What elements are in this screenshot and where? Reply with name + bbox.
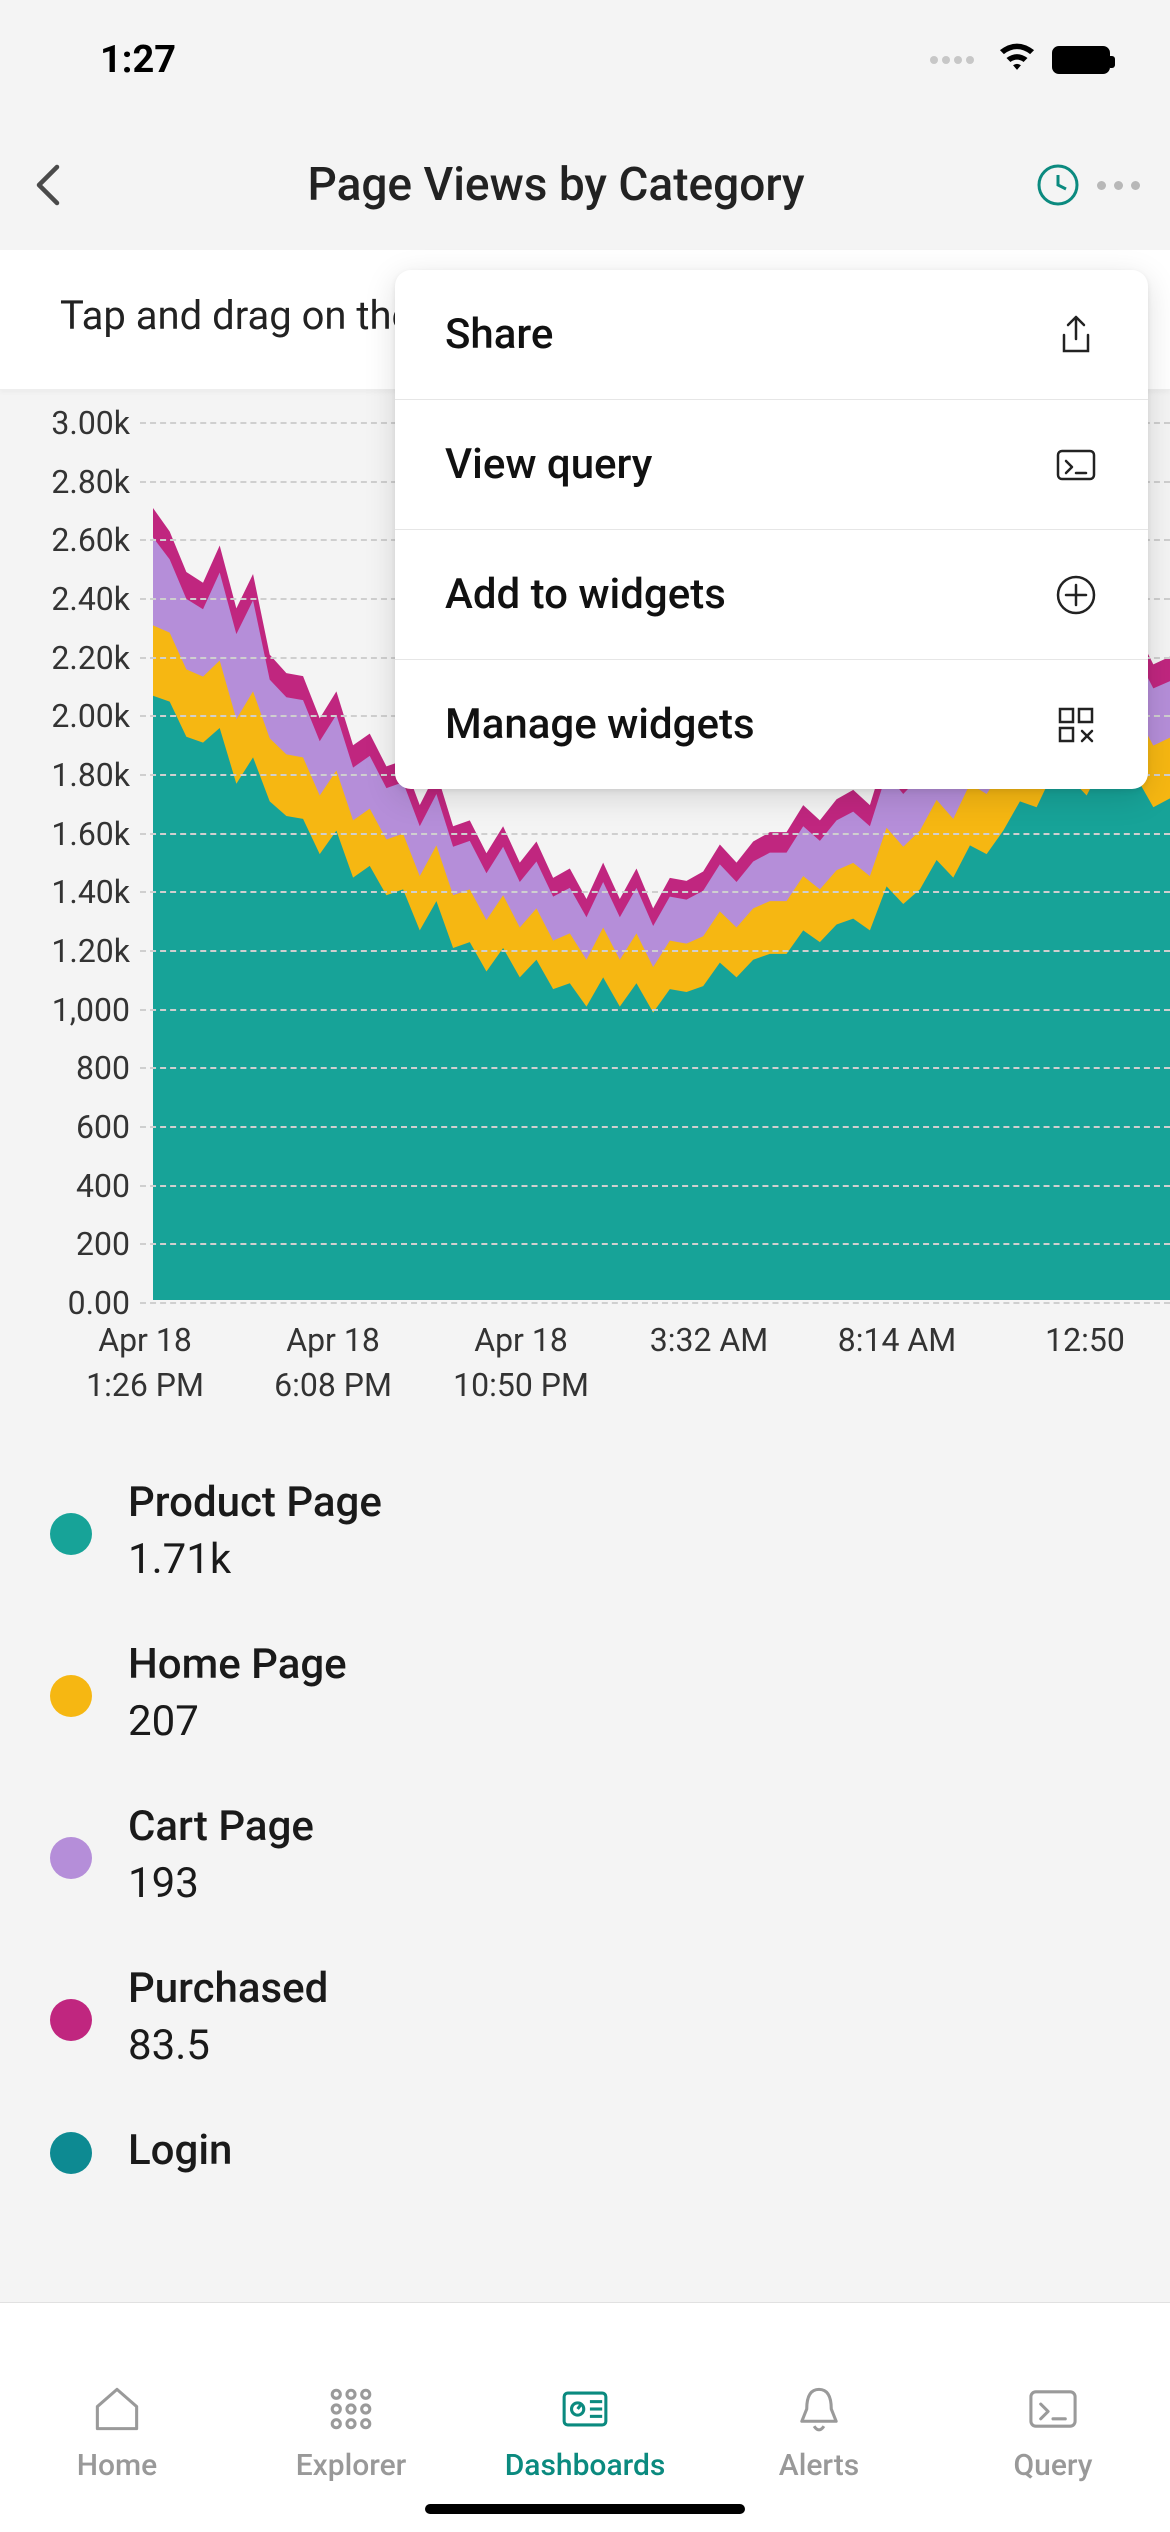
- legend-item[interactable]: Login: [50, 2126, 1120, 2175]
- y-tick-label: 2.20k: [30, 639, 140, 677]
- terminal-icon: [1026, 2382, 1080, 2436]
- tab-label: Explorer: [296, 2448, 407, 2483]
- tab-label: Alerts: [779, 2448, 859, 2483]
- legend-series-name: Purchased: [128, 1964, 328, 2013]
- y-tick-label: 1,000: [30, 991, 140, 1029]
- more-options-button[interactable]: [1080, 181, 1140, 190]
- x-tick: Apr 1810:50 PM: [446, 1318, 596, 1408]
- menu-item-label: View query: [445, 440, 652, 489]
- tab-bar: Home Explorer Dashboards Alerts Query: [0, 2302, 1170, 2532]
- legend-series-name: Product Page: [128, 1478, 382, 1527]
- cellular-signal-icon: [930, 56, 974, 64]
- tab-query[interactable]: Query: [936, 2303, 1170, 2532]
- y-tick-label: 400: [30, 1167, 140, 1205]
- tab-home[interactable]: Home: [0, 2303, 234, 2532]
- home-icon: [90, 2382, 144, 2436]
- menu-item-label: Share: [445, 310, 553, 359]
- y-tick: 1.60k: [30, 815, 1170, 853]
- y-tick-label: 1.60k: [30, 815, 140, 853]
- legend-series-value: 207: [128, 1697, 347, 1746]
- y-tick-label: 800: [30, 1049, 140, 1087]
- legend-series-name: Cart Page: [128, 1802, 314, 1851]
- y-tick-label: 200: [30, 1225, 140, 1263]
- legend-swatch: [50, 1513, 92, 1555]
- x-tick: 12:50: [1010, 1318, 1160, 1408]
- terminal-icon: [1054, 443, 1098, 487]
- bell-icon: [792, 2382, 846, 2436]
- legend-series-name: Home Page: [128, 1640, 347, 1689]
- y-tick: 200: [30, 1225, 1170, 1263]
- tab-explorer[interactable]: Explorer: [234, 2303, 468, 2532]
- menu-item-view-query[interactable]: View query: [395, 400, 1148, 530]
- menu-item-share[interactable]: Share: [395, 270, 1148, 400]
- y-tick-label: 1.20k: [30, 932, 140, 970]
- legend-item[interactable]: Home Page 207: [50, 1640, 1120, 1746]
- legend-item[interactable]: Purchased 83.5: [50, 1964, 1120, 2070]
- menu-item-label: Add to widgets: [445, 570, 726, 619]
- y-tick: 1,000: [30, 991, 1170, 1029]
- menu-item-add-to-widgets[interactable]: Add to widgets: [395, 530, 1148, 660]
- y-tick: 400: [30, 1167, 1170, 1205]
- page-title: Page Views by Category: [110, 158, 1012, 212]
- menu-item-label: Manage widgets: [445, 700, 755, 749]
- y-tick: 1.40k: [30, 873, 1170, 911]
- tab-dashboards[interactable]: Dashboards: [468, 2303, 702, 2532]
- gauge-icon: [558, 2382, 612, 2436]
- y-tick-label: 1.80k: [30, 756, 140, 794]
- legend-swatch: [50, 1837, 92, 1879]
- grid-icon: [324, 2382, 378, 2436]
- widgets-icon: [1054, 703, 1098, 747]
- y-tick-label: 2.40k: [30, 580, 140, 618]
- y-tick-label: 2.00k: [30, 697, 140, 735]
- legend-series-name: Login: [128, 2126, 232, 2175]
- plus-circle-icon: [1054, 573, 1098, 617]
- wifi-icon: [996, 42, 1038, 78]
- status-time: 1:27: [100, 38, 176, 82]
- menu-item-manage-widgets[interactable]: Manage widgets: [395, 660, 1148, 789]
- legend-series-value: 1.71k: [128, 1535, 382, 1584]
- home-indicator: [425, 2504, 745, 2514]
- legend-series-value: 83.5: [128, 2021, 328, 2070]
- x-tick: Apr 186:08 PM: [258, 1318, 408, 1408]
- status-icons: [930, 42, 1110, 78]
- chart-legend: Product Page 1.71k Home Page 207 Cart Pa…: [0, 1428, 1170, 2261]
- back-button[interactable]: [30, 145, 110, 225]
- y-tick-label: 0.00: [30, 1284, 140, 1322]
- legend-series-value: 193: [128, 1859, 314, 1908]
- legend-swatch: [50, 1675, 92, 1717]
- y-tick-label: 600: [30, 1108, 140, 1146]
- x-tick: Apr 181:26 PM: [70, 1318, 220, 1408]
- legend-item[interactable]: Product Page 1.71k: [50, 1478, 1120, 1584]
- tab-label: Query: [1014, 2448, 1093, 2483]
- y-tick: 1.20k: [30, 932, 1170, 970]
- clock-icon[interactable]: [1036, 163, 1080, 207]
- y-tick-label: 3.00k: [30, 404, 140, 442]
- tab-alerts[interactable]: Alerts: [702, 2303, 936, 2532]
- tab-label: Dashboards: [505, 2448, 666, 2483]
- y-tick-label: 1.40k: [30, 873, 140, 911]
- share-icon: [1054, 313, 1098, 357]
- tab-label: Home: [77, 2448, 158, 2483]
- legend-swatch: [50, 1999, 92, 2041]
- legend-item[interactable]: Cart Page 193: [50, 1802, 1120, 1908]
- x-tick: 3:32 AM: [634, 1318, 784, 1408]
- y-tick: 0.00: [30, 1284, 1170, 1322]
- y-tick-label: 2.60k: [30, 521, 140, 559]
- y-tick-label: 2.80k: [30, 463, 140, 501]
- y-tick: 800: [30, 1049, 1170, 1087]
- battery-icon: [1052, 46, 1110, 74]
- context-menu: Share View query Add to widgets Manage w…: [395, 270, 1148, 789]
- app-header: Page Views by Category: [0, 120, 1170, 250]
- legend-swatch: [50, 2132, 92, 2174]
- status-bar: 1:27: [0, 0, 1170, 120]
- x-tick: 8:14 AM: [822, 1318, 972, 1408]
- y-tick: 600: [30, 1108, 1170, 1146]
